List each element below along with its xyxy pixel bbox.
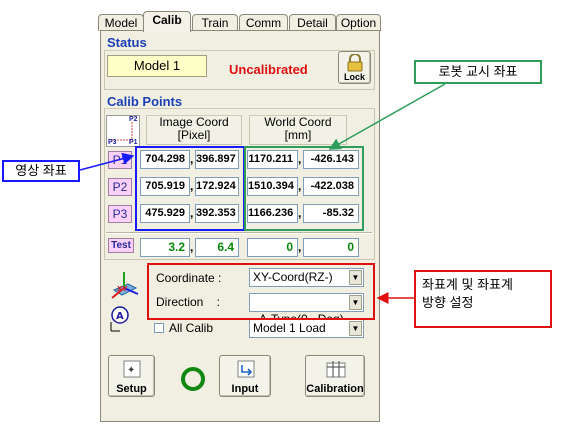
robot-coord-arrow: [328, 83, 446, 150]
image-coord-arrow: [79, 152, 135, 171]
annotation-arrows: [79, 83, 446, 304]
tab-calib[interactable]: Calib: [143, 11, 191, 32]
